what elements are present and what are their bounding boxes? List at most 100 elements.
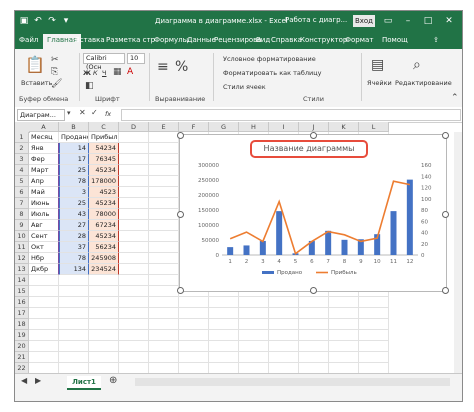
cell[interactable] [149, 341, 179, 352]
cell[interactable] [329, 319, 359, 330]
resize-handle[interactable] [177, 211, 184, 218]
cell[interactable]: 25 [59, 165, 89, 176]
cells-icon[interactable]: ▤ [371, 57, 384, 73]
cell[interactable] [29, 352, 59, 363]
cell[interactable] [239, 341, 269, 352]
tab-file[interactable]: Файл [19, 36, 38, 44]
tab-design[interactable]: Конструктор [300, 36, 347, 44]
row-header[interactable]: 12 [15, 253, 29, 264]
cell[interactable]: Март [29, 165, 59, 176]
cell[interactable] [149, 242, 179, 253]
row-header[interactable]: 8 [15, 209, 29, 220]
font-size-select[interactable]: 10 [127, 53, 145, 64]
column-header[interactable]: G [209, 122, 239, 132]
cell[interactable] [149, 154, 179, 165]
cell[interactable] [149, 143, 179, 154]
cell[interactable] [329, 341, 359, 352]
cell[interactable]: Апр [29, 176, 59, 187]
cell[interactable] [179, 308, 209, 319]
cell[interactable] [209, 330, 239, 341]
cell[interactable] [89, 308, 119, 319]
row-header[interactable]: 16 [15, 297, 29, 308]
chart[interactable]: Название диаграммы 0 50000 100000 150000 200… [177, 132, 449, 294]
cell[interactable] [239, 319, 269, 330]
cell[interactable] [269, 308, 299, 319]
cell[interactable] [149, 253, 179, 264]
cell[interactable] [239, 308, 269, 319]
cell[interactable]: 27 [59, 220, 89, 231]
cell[interactable] [29, 341, 59, 352]
cancel-icon[interactable]: ✕ [79, 108, 86, 117]
vertical-scrollbar[interactable] [454, 132, 462, 373]
resize-handle[interactable] [177, 132, 184, 139]
sheet-tab[interactable]: Лист1 [67, 376, 101, 390]
cell[interactable]: 178000 [89, 176, 119, 187]
cell[interactable]: Окт [29, 242, 59, 253]
resize-handle[interactable] [177, 287, 184, 294]
row-header[interactable]: 21 [15, 352, 29, 363]
font-name-select[interactable]: Calibri (Осн [83, 53, 125, 71]
tab-view[interactable]: Вид [256, 36, 270, 44]
cell[interactable]: Янв [29, 143, 59, 154]
fx-button[interactable]: fx [105, 110, 111, 118]
column-header[interactable]: B [59, 122, 89, 132]
confirm-icon[interactable]: ✓ [91, 108, 98, 117]
column-header[interactable]: L [359, 122, 389, 132]
cell[interactable] [149, 220, 179, 231]
cell[interactable]: 78 [59, 253, 89, 264]
cell[interactable]: 245908 [89, 253, 119, 264]
copy-icon[interactable]: ⎘ [51, 67, 58, 77]
fill-color-icon[interactable]: ◧ [85, 81, 94, 91]
cell[interactable] [209, 319, 239, 330]
row-header[interactable]: 18 [15, 319, 29, 330]
cell[interactable] [89, 330, 119, 341]
cell[interactable] [179, 319, 209, 330]
cell[interactable] [89, 297, 119, 308]
close-icon[interactable]: ✕ [442, 14, 456, 28]
name-box[interactable]: Диаграм... [17, 109, 65, 121]
namebox-dropdown-icon[interactable]: ▾ [67, 109, 71, 117]
cell[interactable] [329, 352, 359, 363]
cell[interactable] [119, 143, 149, 154]
resize-handle[interactable] [442, 287, 449, 294]
cell[interactable] [119, 297, 149, 308]
cell[interactable] [119, 319, 149, 330]
cell[interactable] [119, 231, 149, 242]
column-header[interactable]: C [89, 122, 119, 132]
cell[interactable] [119, 286, 149, 297]
cell[interactable]: 25 [59, 198, 89, 209]
cell[interactable] [119, 198, 149, 209]
row-header[interactable]: 14 [15, 275, 29, 286]
cell[interactable] [329, 308, 359, 319]
row-header[interactable]: 2 [15, 143, 29, 154]
cell[interactable] [29, 286, 59, 297]
add-sheet-icon[interactable]: ⊕ [109, 375, 117, 386]
row-header[interactable]: 20 [15, 341, 29, 352]
cell[interactable] [149, 187, 179, 198]
resize-handle[interactable] [310, 287, 317, 294]
cell[interactable] [149, 297, 179, 308]
cell[interactable]: 76345 [89, 154, 119, 165]
align-icon[interactable]: ≡ [157, 59, 169, 75]
resize-handle[interactable] [442, 211, 449, 218]
cell[interactable] [149, 286, 179, 297]
cell[interactable] [209, 341, 239, 352]
cell[interactable] [59, 275, 89, 286]
tab-insert[interactable]: Вставка [75, 36, 105, 44]
cell[interactable] [149, 308, 179, 319]
row-header[interactable]: 15 [15, 286, 29, 297]
cell[interactable] [119, 154, 149, 165]
row-header[interactable]: 3 [15, 154, 29, 165]
column-header[interactable]: K [329, 122, 359, 132]
row-header[interactable]: 7 [15, 198, 29, 209]
cell[interactable] [29, 297, 59, 308]
cell[interactable] [149, 330, 179, 341]
column-header[interactable]: I [269, 122, 299, 132]
cell[interactable]: Июль [29, 209, 59, 220]
cell[interactable] [299, 352, 329, 363]
cell[interactable]: 56234 [89, 242, 119, 253]
cell[interactable] [149, 132, 179, 143]
cell[interactable] [119, 330, 149, 341]
cell[interactable] [119, 242, 149, 253]
row-header[interactable]: 11 [15, 242, 29, 253]
